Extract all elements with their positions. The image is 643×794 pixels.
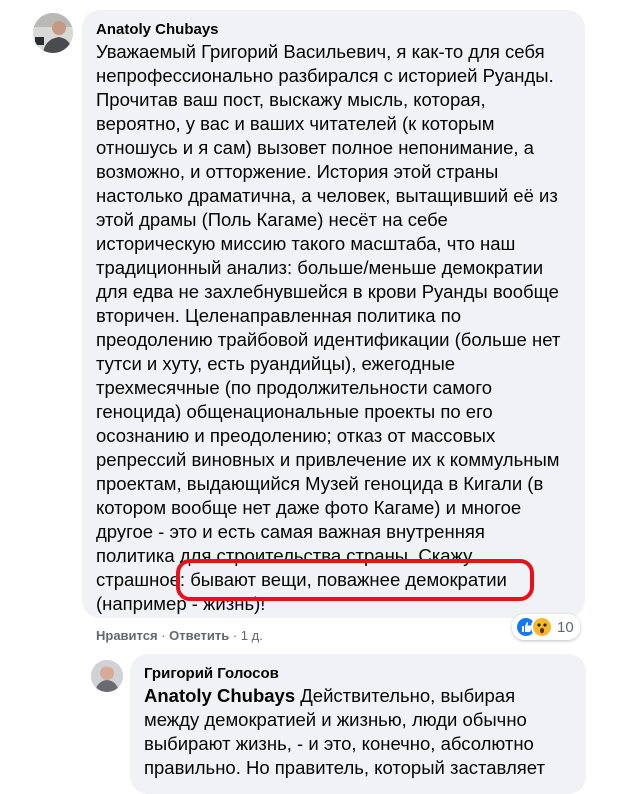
reply-line: между демократией и жизнью, люди обычно	[144, 709, 527, 730]
comment-line: (например - жизнь)!	[96, 593, 266, 614]
reply-text: Действительно, выбирая	[295, 685, 516, 706]
comment-line: проектам, выдающийся Музей геноцида в Ки…	[96, 473, 544, 494]
wow-icon	[531, 616, 553, 638]
separator: ·	[161, 628, 170, 643]
separator: ·	[232, 628, 241, 643]
avatar-anatoly-chubays[interactable]	[33, 13, 73, 53]
comment-line: осознанию и преодолению; отказ от массов…	[96, 425, 496, 446]
comment-line: репрессий виновных и привлечение их к ко…	[96, 449, 560, 470]
reply-bubble: Григорий Голосов Anatoly Chubays Действи…	[130, 654, 586, 794]
comment-line: этой драмы (Поль Кагаме) несёт на себе	[96, 209, 448, 230]
comment-line: историческую миссию такого масштаба, что…	[96, 233, 516, 254]
comment-line: тутси и хуту, есть руандийцы), ежегодные	[96, 353, 456, 374]
comment-actions: Нравится · Ответить · 1 д.	[96, 628, 263, 643]
comment-line: Прочитав ваш пост, выскажу мысль, котора…	[96, 89, 486, 110]
comment-line: трехмесячные (по продолжительности самог…	[96, 377, 492, 398]
comment-line: вероятно, у вас и ваших читателей (к кот…	[96, 113, 495, 134]
comment-line: вторичен. Целенаправленная политика по	[96, 305, 462, 326]
comment-line: другое - это и есть самая важная внутрен…	[96, 521, 485, 542]
reply-button[interactable]: Ответить	[169, 628, 229, 643]
comment-line: преодолению трайбовой идентификации (бол…	[96, 329, 561, 350]
comment-line: для едва не захлебнувшейся в крови Руанд…	[96, 281, 559, 302]
avatar-grigory-golosov[interactable]	[91, 660, 123, 692]
comment-line: настолько драматична, а человек, вытащив…	[96, 185, 558, 206]
comment-line: возможно, и отторжение. История этой стр…	[96, 161, 499, 182]
reactions-summary[interactable]: 10	[512, 614, 580, 640]
comment-bubble: Anatoly Chubays Уважаемый Григорий Васил…	[82, 10, 585, 618]
reply-body: Anatoly Chubays Действительно, выбирая м…	[144, 684, 584, 780]
comment-line: геноцида) общенациональные проекты по ег…	[96, 401, 493, 422]
reply-line: правильно. Но правитель, который заставл…	[144, 757, 545, 778]
comment-line: традиционный анализ: больше/меньше демок…	[96, 257, 544, 278]
comment-line: котором вообще нет даже фото Кагаме) и м…	[96, 497, 522, 518]
mention-link[interactable]: Anatoly Chubays	[144, 685, 295, 706]
comment-author[interactable]: Anatoly Chubays	[96, 20, 219, 39]
reply-line: выбирают жизнь, - и это, конечно, абсолю…	[144, 733, 534, 754]
comment-line: Уважаемый Григорий Васильевич, я как-то …	[96, 41, 545, 62]
comment-line: страшное: бывают вещи, поважнее демократ…	[96, 569, 507, 590]
comment-line: политика для строительства страны. Скажу	[96, 545, 473, 566]
comment-timestamp[interactable]: 1 д.	[241, 628, 263, 643]
comment-line: отношусь и я сам) вызовет полное непоним…	[96, 137, 534, 158]
comment-line: непрофессионально разбирался с историей …	[96, 65, 554, 86]
like-button[interactable]: Нравится	[96, 628, 158, 643]
reply-line: Anatoly Chubays Действительно, выбирая	[144, 684, 584, 708]
comment-body: Уважаемый Григорий Васильевич, я как-то …	[96, 40, 581, 616]
reply-author[interactable]: Григорий Голосов	[144, 664, 279, 683]
reaction-count: 10	[557, 618, 574, 636]
